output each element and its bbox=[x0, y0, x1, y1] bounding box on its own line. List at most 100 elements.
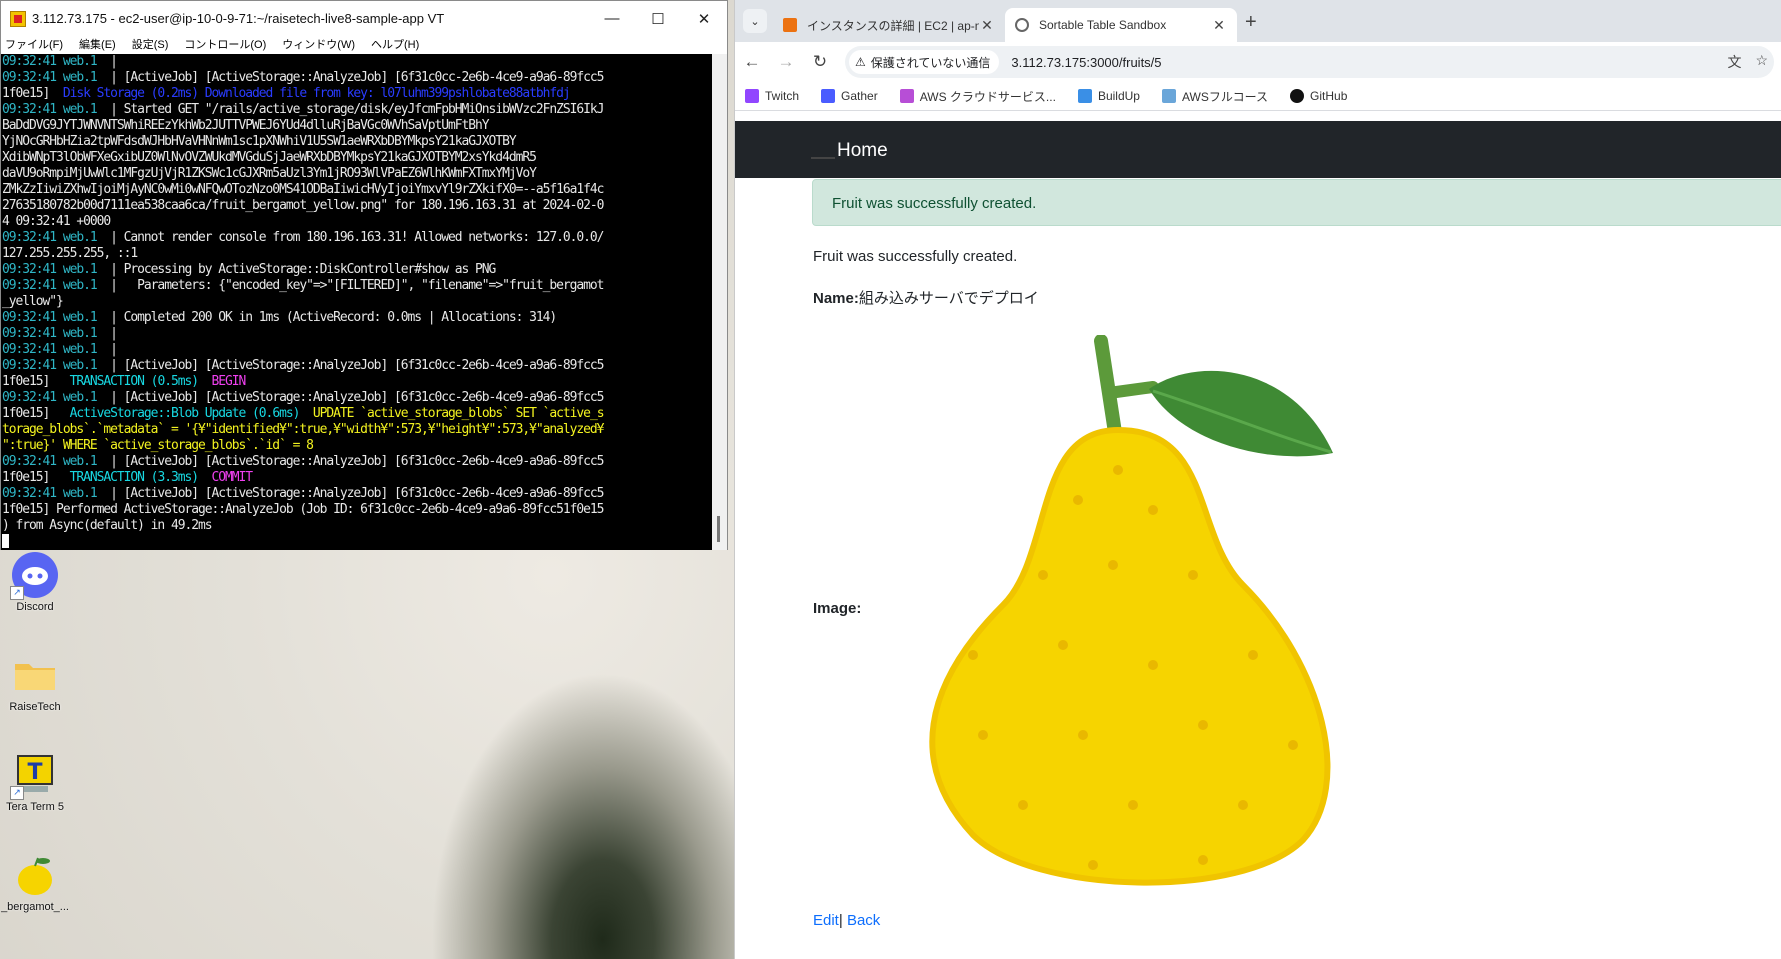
back-arrow-icon[interactable]: ← bbox=[735, 52, 769, 72]
tab-search-chevron-icon[interactable]: ⌄ bbox=[743, 9, 767, 33]
bookmark-aws[interactable]: AWS クラウドサービス... bbox=[899, 88, 1056, 105]
terminal-text: 09:32:41 web.1 bbox=[2, 486, 111, 501]
bookmark-gather[interactable]: Gather bbox=[821, 89, 878, 103]
back-link[interactable]: Back bbox=[847, 912, 880, 929]
bookmark-buildup[interactable]: BuildUp bbox=[1077, 89, 1140, 103]
terminal-text: | [ActiveJob] [ActiveStorage::AnalyzeJob… bbox=[110, 390, 604, 405]
shortcut-arrow-icon: ↗ bbox=[10, 586, 24, 600]
edit-link[interactable]: Edit bbox=[813, 912, 839, 929]
tab-label: インスタンスの詳細 | EC2 | ap-nort bbox=[807, 18, 979, 33]
terminal-title: 3.112.73.175 - ec2-user@ip-10-0-9-71:~/r… bbox=[32, 11, 445, 26]
bookmark-aws-course[interactable]: AWSフルコース bbox=[1161, 88, 1268, 105]
buildup-icon bbox=[1077, 89, 1092, 103]
navbar-brand-home[interactable]: Home bbox=[837, 140, 888, 162]
terminal-cursor-line bbox=[2, 534, 712, 550]
terminal-text: 09:32:41 web.1 bbox=[2, 70, 111, 85]
terminal-window[interactable]: 3.112.73.175 - ec2-user@ip-10-0-9-71:~/r… bbox=[0, 0, 728, 550]
terminal-line: 09:32:41 web.1 | Started GET "/rails/act… bbox=[2, 102, 712, 118]
terminal-text: | bbox=[110, 54, 124, 69]
maximize-button[interactable]: ☐ bbox=[635, 1, 681, 36]
teraterm-app-icon bbox=[10, 10, 26, 27]
terminal-line: daVU9oRmpiMjUwWlc1MFgzUjVjR1ZKSWc1cGJXRm… bbox=[2, 166, 712, 182]
navbar: Home bbox=[735, 121, 1781, 178]
terminal-text: BEGIN bbox=[211, 374, 247, 389]
terminal-text: | [ActiveJob] [ActiveStorage::AnalyzeJob… bbox=[110, 486, 604, 501]
menu-edit[interactable]: 編集(E) bbox=[79, 36, 116, 54]
url-text[interactable]: 3.112.73.175:3000/fruits/5 bbox=[1011, 55, 1161, 70]
close-button[interactable]: ✕ bbox=[681, 1, 727, 36]
terminal-text: TRANSACTION (0.5ms) bbox=[69, 374, 199, 389]
terminal-text: 1f0e15] bbox=[2, 406, 70, 421]
terminal-text: torage_blobs`.`metadata` = '{¥"identifie… bbox=[2, 422, 604, 437]
terminal-text: 1f0e15] bbox=[2, 470, 70, 485]
terminal-text: XdibWNpT3lObWFXeGxibUZ0WlNvOVZWUkdMVGduS… bbox=[2, 150, 537, 165]
terminal-text: 09:32:41 web.1 bbox=[2, 310, 111, 325]
desktop-icon-bergamot-image[interactable]: _bergamot_... bbox=[0, 852, 70, 913]
terminal-output[interactable]: 09:32:41 web.1 | 09:32:41 web.1 | [Activ… bbox=[1, 54, 714, 550]
terminal-titlebar[interactable]: 3.112.73.175 - ec2-user@ip-10-0-9-71:~/r… bbox=[1, 1, 727, 36]
bookmark-star-icon[interactable]: ☆ bbox=[1755, 52, 1768, 72]
terminal-line: 1f0e15] TRANSACTION (0.5ms) BEGIN bbox=[2, 374, 712, 390]
forward-arrow-icon[interactable]: → bbox=[769, 52, 803, 72]
terminal-text: | Cannot render console from 180.196.163… bbox=[110, 230, 604, 245]
terminal-line: YjNOcGRHbHZia2tpWFdsdWJHbHVaVHNnWm1sc1pX… bbox=[2, 134, 712, 150]
menu-control[interactable]: コントロール(O) bbox=[184, 36, 266, 54]
terminal-text: | Processing by ActiveStorage::DiskContr… bbox=[110, 262, 496, 277]
terminal-line: 127.255.255.255, ::1 bbox=[2, 246, 712, 262]
discord-icon: ↗ bbox=[10, 552, 58, 600]
terminal-text: 09:32:41 web.1 bbox=[2, 262, 111, 277]
menu-file[interactable]: ファイル(F) bbox=[5, 36, 63, 54]
scrollbar-thumb[interactable] bbox=[717, 516, 720, 542]
terminal-text: _yellow"} bbox=[2, 294, 64, 309]
terminal-text: 09:32:41 web.1 bbox=[2, 454, 111, 469]
omnibox[interactable]: ⚠ 保護されていない通信 3.112.73.175:3000/fruits/5 … bbox=[845, 46, 1774, 78]
aws-cube-icon bbox=[899, 89, 914, 103]
web-page: Home Fruit was successfully created. Fru… bbox=[735, 121, 1781, 959]
terminal-text: | [ActiveJob] [ActiveStorage::AnalyzeJob… bbox=[110, 454, 604, 469]
terminal-text: | Completed 200 OK in 1ms (ActiveRecord:… bbox=[110, 310, 557, 325]
menu-setup[interactable]: 設定(S) bbox=[132, 36, 169, 54]
terminal-line: BaDdDVG9JYTJWNVNTSWhiREEzYkhWb2JUTTVPWEJ… bbox=[2, 118, 712, 134]
terminal-text: ":true}' WHERE `active_storage_blobs`.`i… bbox=[2, 438, 314, 453]
terminal-line: 09:32:41 web.1 | [ActiveJob] [ActiveStor… bbox=[2, 454, 712, 470]
tab-strip: ⌄ インスタンスの詳細 | EC2 | ap-nort ✕ Sortable T… bbox=[735, 0, 1781, 42]
bookmark-label: Gather bbox=[841, 89, 878, 103]
terminal-line: torage_blobs`.`metadata` = '{¥"identifie… bbox=[2, 422, 712, 438]
tab-close-icon[interactable]: ✕ bbox=[979, 17, 995, 34]
terminal-text: daVU9oRmpiMjUwWlc1MFgzUjVjR1ZKSWc1cGJXRm… bbox=[2, 166, 537, 181]
bookmark-twitch[interactable]: Twitch bbox=[745, 89, 799, 103]
notice-text: Fruit was successfully created. bbox=[813, 248, 1018, 265]
tab-close-icon[interactable]: ✕ bbox=[1211, 17, 1227, 34]
terminal-scrollbar[interactable] bbox=[712, 54, 727, 550]
menu-help[interactable]: ヘルプ(H) bbox=[371, 36, 419, 54]
new-tab-plus-icon[interactable]: + bbox=[1245, 11, 1257, 34]
terminal-line: 09:32:41 web.1 | Processing by ActiveSto… bbox=[2, 262, 712, 278]
desktop-icon-raisetech[interactable]: RaiseTech bbox=[0, 652, 70, 713]
link-separator: | bbox=[838, 912, 843, 929]
terminal-line: _yellow"} bbox=[2, 294, 712, 310]
terminal-text: BaDdDVG9JYTJWNVNTSWhiREEzYkhWb2JUTTVPWEJ… bbox=[2, 118, 490, 133]
terminal-text: 09:32:41 web.1 bbox=[2, 102, 111, 117]
security-label: 保護されていない通信 bbox=[870, 55, 991, 70]
terminal-line: 4 09:32:41 +0000 bbox=[2, 214, 712, 230]
terminal-line: 09:32:41 web.1 | bbox=[2, 326, 712, 342]
menu-window[interactable]: ウィンドウ(W) bbox=[282, 36, 355, 54]
terminal-line: XdibWNpT3lObWFXeGxibUZ0WlNvOVZWUkdMVGduS… bbox=[2, 150, 712, 166]
translate-icon[interactable]: 文 bbox=[1727, 52, 1741, 72]
bookmark-label: AWS クラウドサービス... bbox=[919, 89, 1056, 104]
tab-label: Sortable Table Sandbox bbox=[1039, 18, 1167, 32]
terminal-text: COMMIT bbox=[211, 470, 254, 485]
minimize-button[interactable]: — bbox=[589, 1, 635, 36]
reload-icon[interactable]: ↻ bbox=[803, 52, 837, 72]
tab-sortable-table-sandbox[interactable]: Sortable Table Sandbox ✕ bbox=[1005, 8, 1237, 42]
bookmark-github[interactable]: GitHub bbox=[1290, 89, 1347, 103]
desktop-icon-teraterm[interactable]: T ↗ Tera Term 5 bbox=[0, 752, 70, 813]
navbar-toggler[interactable] bbox=[811, 157, 835, 159]
tab-ec2-instance[interactable]: インスタンスの詳細 | EC2 | ap-nort ✕ bbox=[773, 8, 1005, 42]
warning-triangle-icon: ⚠ bbox=[855, 55, 866, 69]
security-chip[interactable]: ⚠ 保護されていない通信 bbox=[849, 50, 1000, 74]
desktop-icon-discord[interactable]: ↗ Discord bbox=[0, 552, 70, 613]
terminal-line: 1f0e15] Disk Storage (0.2ms) Downloaded … bbox=[2, 86, 712, 102]
desktop-icon-label: _bergamot_... bbox=[1, 901, 69, 913]
terminal-text: 09:32:41 web.1 bbox=[2, 54, 111, 69]
